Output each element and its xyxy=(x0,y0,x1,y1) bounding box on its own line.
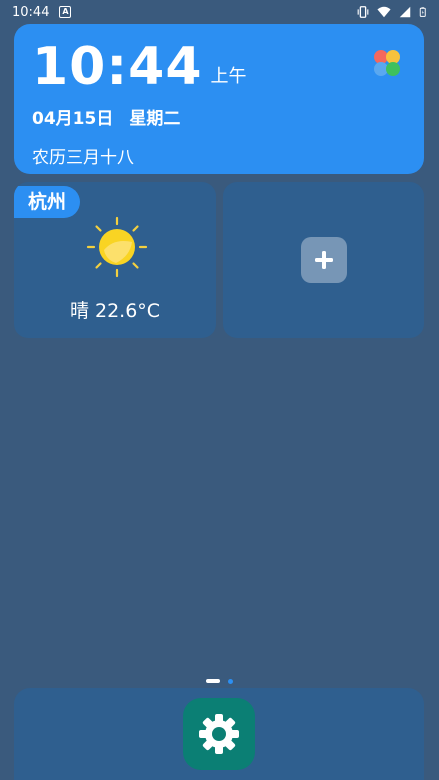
sun-icon xyxy=(86,216,148,278)
wifi-icon xyxy=(377,6,391,18)
weather-summary: 晴 22.6°C xyxy=(69,300,161,322)
plus-icon xyxy=(314,251,333,269)
clock-weekday: 星期二 xyxy=(129,109,181,129)
add-widget-card[interactable] xyxy=(223,182,424,338)
add-widget-button[interactable] xyxy=(300,237,347,283)
weather-widget[interactable]: 杭州 晴 22.6°C xyxy=(14,182,216,338)
page-dot-active[interactable] xyxy=(206,679,220,683)
page-indicator xyxy=(0,678,439,684)
vibrate-icon xyxy=(357,6,369,18)
status-bar: 10:44 A xyxy=(0,0,439,24)
home-screen: 10:44 A 10:44 上午 04月15日 星期二 农历三月十八 杭州 晴 … xyxy=(0,0,439,780)
clock-ampm: 上午 xyxy=(210,66,247,87)
city-label: 杭州 xyxy=(14,186,81,218)
dock xyxy=(14,688,424,780)
settings-app-button[interactable] xyxy=(183,698,255,770)
colorful-petal-icon[interactable] xyxy=(372,48,402,78)
battery-icon xyxy=(419,7,426,17)
page-dot[interactable] xyxy=(228,678,233,684)
clock-widget[interactable]: 10:44 上午 04月15日 星期二 农历三月十八 xyxy=(14,24,424,174)
clock-date: 04月15日 xyxy=(32,109,114,129)
status-time: 10:44 xyxy=(12,4,50,20)
clock-time: 10:44 xyxy=(32,37,203,97)
lunar-date: 农历三月十八 xyxy=(32,148,134,168)
gear-icon xyxy=(199,714,239,754)
signal-icon xyxy=(399,6,411,18)
a-notification-icon: A xyxy=(59,6,72,18)
